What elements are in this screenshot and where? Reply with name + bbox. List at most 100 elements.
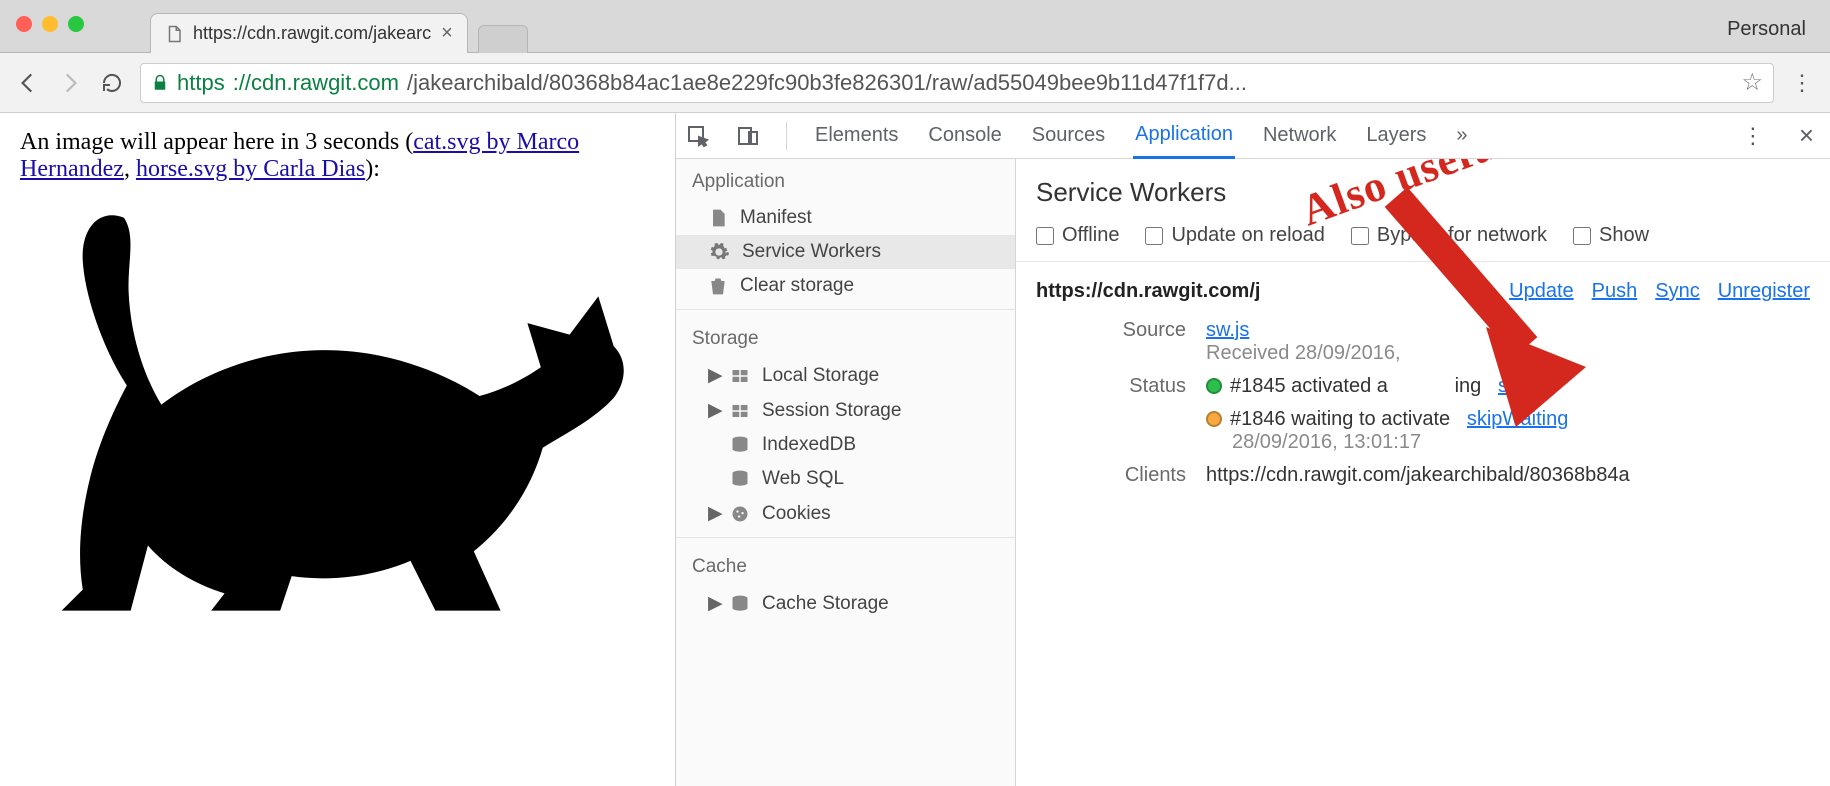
side-item-cookies[interactable]: ▶ Cookies bbox=[676, 496, 1015, 531]
tab-network[interactable]: Network bbox=[1261, 114, 1338, 157]
tab-close-icon[interactable]: × bbox=[441, 22, 453, 45]
check-update-on-reload[interactable]: Update on reload bbox=[1145, 224, 1324, 247]
link-push[interactable]: Push bbox=[1592, 280, 1638, 303]
expand-icon: ▶ bbox=[708, 399, 718, 422]
window-controls bbox=[16, 16, 84, 32]
forward-button[interactable] bbox=[56, 69, 84, 97]
url-host: ://cdn.rawgit.com bbox=[233, 70, 399, 96]
tabs-overflow[interactable]: » bbox=[1454, 114, 1469, 157]
sw-origin-row: https://cdn.rawgit.com/j Update Push Syn… bbox=[1036, 280, 1810, 303]
side-label: Local Storage bbox=[762, 365, 879, 387]
tab-sources[interactable]: Sources bbox=[1030, 114, 1107, 157]
side-group-storage: Storage bbox=[676, 316, 1015, 358]
tab-elements[interactable]: Elements bbox=[813, 114, 900, 157]
devtools-menu-button[interactable]: ⋮ bbox=[1739, 123, 1767, 149]
window-zoom-button[interactable] bbox=[68, 16, 84, 32]
row-status: Status #1845 activated a ing stop bbox=[1036, 375, 1810, 398]
check-show-all[interactable]: Show bbox=[1573, 224, 1649, 247]
side-item-manifest[interactable]: Manifest bbox=[676, 201, 1015, 235]
devtools-close-button[interactable]: × bbox=[1793, 120, 1820, 151]
row-source: Source sw.js Received 28/09/2016, bbox=[1036, 319, 1810, 365]
service-workers-pane: Service Workers Offline Update on reload… bbox=[1016, 159, 1830, 786]
browser-toolbar: https://cdn.rawgit.com/jakearchibald/803… bbox=[0, 53, 1830, 113]
database-icon bbox=[730, 594, 750, 614]
expand-icon: ▶ bbox=[708, 592, 718, 615]
inspect-icon[interactable] bbox=[686, 124, 710, 148]
side-label: Clear storage bbox=[740, 275, 854, 297]
devtools-tabstrip: Elements Console Sources Application Net… bbox=[676, 113, 1830, 159]
arrow-icon bbox=[1356, 177, 1616, 437]
check-label: Offline bbox=[1062, 224, 1119, 247]
address-bar[interactable]: https://cdn.rawgit.com/jakearchibald/803… bbox=[140, 63, 1774, 103]
side-item-session-storage[interactable]: ▶ Session Storage bbox=[676, 393, 1015, 428]
label-clients: Clients bbox=[1036, 464, 1186, 487]
device-toggle-icon[interactable] bbox=[736, 124, 760, 148]
sw-options-row: Offline Update on reload Bypass for netw… bbox=[1036, 224, 1810, 247]
sw-origin-url: https://cdn.rawgit.com/j bbox=[1036, 280, 1260, 303]
side-label: Cache Storage bbox=[762, 593, 889, 615]
pane-title: Service Workers bbox=[1036, 177, 1810, 208]
back-button[interactable] bbox=[14, 69, 42, 97]
link-sync[interactable]: Sync bbox=[1655, 280, 1699, 303]
cat-silhouette-icon bbox=[20, 189, 640, 649]
link-sw-source[interactable]: sw.js bbox=[1206, 319, 1249, 341]
tab-layers[interactable]: Layers bbox=[1364, 114, 1428, 157]
application-sidebar: Application Manifest Service Workers Cle… bbox=[676, 159, 1016, 786]
new-tab-button[interactable] bbox=[478, 25, 528, 53]
side-label: IndexedDB bbox=[762, 434, 856, 456]
separator bbox=[786, 122, 787, 150]
lock-icon bbox=[151, 74, 169, 92]
side-item-web-sql[interactable]: Web SQL bbox=[676, 462, 1015, 496]
document-icon bbox=[708, 207, 728, 229]
side-label: Service Workers bbox=[742, 241, 881, 263]
side-item-clear-storage[interactable]: Clear storage bbox=[676, 269, 1015, 303]
intro-suffix: ): bbox=[365, 156, 380, 182]
tab-application[interactable]: Application bbox=[1133, 113, 1235, 159]
window-close-button[interactable] bbox=[16, 16, 32, 32]
status-dot-active-icon bbox=[1206, 378, 1222, 394]
check-label: Bypass for network bbox=[1377, 224, 1547, 247]
label-source: Source bbox=[1036, 319, 1186, 365]
check-label: Show bbox=[1599, 224, 1649, 247]
side-item-local-storage[interactable]: ▶ Local Storage bbox=[676, 358, 1015, 393]
status-2-text: #1846 waiting to activate bbox=[1230, 408, 1450, 430]
expand-icon: ▶ bbox=[708, 502, 718, 525]
bookmark-star-icon[interactable]: ☆ bbox=[1741, 68, 1763, 97]
cat-image bbox=[20, 189, 655, 656]
row-clients: Clients https://cdn.rawgit.com/jakearchi… bbox=[1036, 464, 1810, 487]
gear-icon bbox=[708, 241, 730, 263]
status-1-text: #1845 activated a bbox=[1230, 375, 1388, 397]
check-bypass-network[interactable]: Bypass for network bbox=[1351, 224, 1547, 247]
browser-menu-button[interactable]: ⋮ bbox=[1788, 70, 1816, 96]
reload-button[interactable] bbox=[98, 69, 126, 97]
row-status-2: #1846 waiting to activate skipWaiting 28… bbox=[1206, 408, 1810, 454]
url-scheme: https bbox=[177, 70, 225, 96]
profile-label[interactable]: Personal bbox=[1727, 18, 1806, 41]
link-horse-svg[interactable]: horse.svg by Carla Dias bbox=[136, 156, 365, 182]
link-skipwaiting[interactable]: skipWaiting bbox=[1467, 408, 1569, 430]
side-item-service-workers[interactable]: Service Workers bbox=[676, 235, 1015, 269]
check-offline[interactable]: Offline bbox=[1036, 224, 1119, 247]
trash-icon bbox=[708, 275, 728, 297]
link-update[interactable]: Update bbox=[1509, 280, 1574, 303]
side-item-cache-storage[interactable]: ▶ Cache Storage bbox=[676, 586, 1015, 621]
file-icon bbox=[165, 23, 183, 45]
tab-console[interactable]: Console bbox=[926, 114, 1003, 157]
side-item-indexeddb[interactable]: IndexedDB bbox=[676, 428, 1015, 462]
status-2-time: 28/09/2016, 13:01:17 bbox=[1232, 431, 1421, 453]
link-stop[interactable]: stop bbox=[1498, 375, 1536, 397]
main-split: An image will appear here in 3 seconds (… bbox=[0, 113, 1830, 786]
window-minimize-button[interactable] bbox=[42, 16, 58, 32]
link-unregister[interactable]: Unregister bbox=[1718, 280, 1810, 303]
database-icon bbox=[730, 435, 750, 455]
side-label: Cookies bbox=[762, 503, 831, 525]
browser-tab[interactable]: https://cdn.rawgit.com/jakearc × bbox=[150, 13, 468, 53]
devtools-panel: Elements Console Sources Application Net… bbox=[676, 113, 1830, 786]
database-icon bbox=[730, 469, 750, 489]
rendered-page: An image will appear here in 3 seconds (… bbox=[0, 113, 676, 786]
side-label: Manifest bbox=[740, 207, 812, 229]
side-group-cache: Cache bbox=[676, 544, 1015, 586]
side-group-application: Application bbox=[676, 159, 1015, 201]
status-1-suffix: ing bbox=[1455, 375, 1482, 397]
grid-icon bbox=[730, 367, 750, 385]
